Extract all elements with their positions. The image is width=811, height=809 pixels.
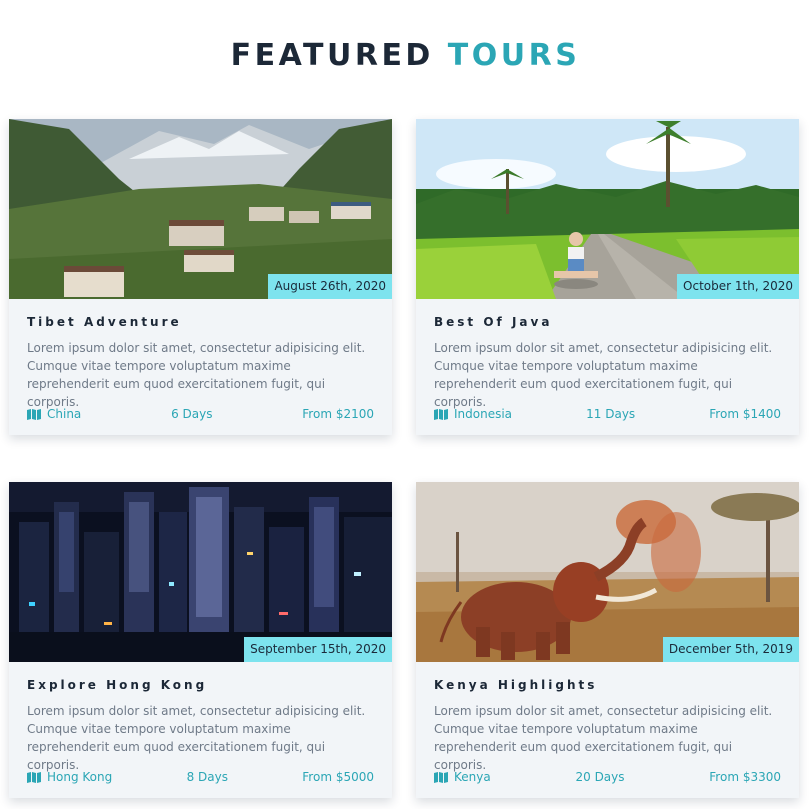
section-title-accent: TOURS xyxy=(447,38,581,73)
date-badge: October 1th, 2020 xyxy=(677,274,799,299)
tour-location: Hong Kong xyxy=(47,770,113,784)
tour-title[interactable]: Tibet Adventure xyxy=(27,315,374,331)
date-badge: September 15th, 2020 xyxy=(244,637,392,662)
tour-description: Lorem ipsum dolor sit amet, consectetur … xyxy=(27,341,366,409)
tour-price: From $2100 xyxy=(302,407,374,421)
tour-location: Indonesia xyxy=(454,407,513,421)
map-icon xyxy=(434,408,448,420)
tour-image-kenya[interactable]: December 5th, 2019 xyxy=(416,482,799,662)
city-night-image xyxy=(9,482,392,662)
mountain-village-image xyxy=(9,119,392,299)
map-icon xyxy=(27,408,41,420)
tour-card[interactable]: October 1th, 2020 Best Of Java Lorem ips… xyxy=(416,119,799,435)
tour-description: Lorem ipsum dolor sit amet, consectetur … xyxy=(434,704,773,772)
tour-image-hong-kong[interactable]: September 15th, 2020 xyxy=(9,482,392,662)
tour-price: From $3300 xyxy=(709,770,781,784)
tour-duration: 20 Days xyxy=(575,770,625,784)
tour-card[interactable]: August 26th, 2020 Tibet Adventure Lorem … xyxy=(9,119,392,435)
tour-card[interactable]: September 15th, 2020 Explore Hong Kong L… xyxy=(9,482,392,798)
tour-price: From $5000 xyxy=(302,770,374,784)
tour-title[interactable]: Best Of Java xyxy=(434,315,781,331)
tour-location: China xyxy=(47,407,82,421)
tour-image-tibet[interactable]: August 26th, 2020 xyxy=(9,119,392,299)
tour-image-java[interactable]: October 1th, 2020 xyxy=(416,119,799,299)
section-title-primary: FEATURED xyxy=(230,38,434,73)
map-icon xyxy=(27,771,41,783)
map-icon xyxy=(434,771,448,783)
tour-description: Lorem ipsum dolor sit amet, consectetur … xyxy=(434,341,773,409)
tour-duration: 11 Days xyxy=(586,407,636,421)
tour-price: From $1400 xyxy=(709,407,781,421)
section-title: FEATURED TOURS xyxy=(0,38,811,73)
tour-duration: 6 Days xyxy=(171,407,213,421)
tour-description: Lorem ipsum dolor sit amet, consectetur … xyxy=(27,704,366,772)
palm-road-image xyxy=(416,119,799,299)
tour-card[interactable]: December 5th, 2019 Kenya Highlights Lore… xyxy=(416,482,799,798)
tour-title[interactable]: Kenya Highlights xyxy=(434,678,781,694)
tour-title[interactable]: Explore Hong Kong xyxy=(27,678,374,694)
tour-duration: 8 Days xyxy=(186,770,228,784)
date-badge: December 5th, 2019 xyxy=(662,637,799,662)
date-badge: August 26th, 2020 xyxy=(268,274,392,299)
elephant-savanna-image xyxy=(416,482,799,662)
tour-location: Kenya xyxy=(454,770,491,784)
